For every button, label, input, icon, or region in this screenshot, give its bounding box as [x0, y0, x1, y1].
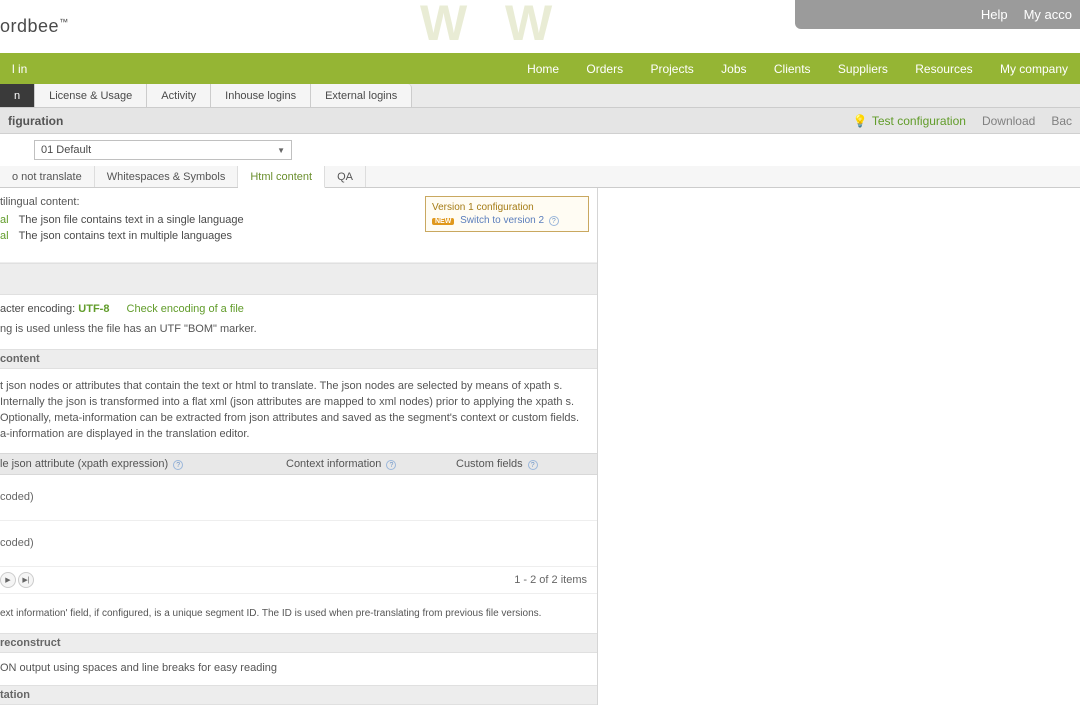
help-icon[interactable]: ?: [386, 460, 396, 470]
col-xpath: le json attribute (xpath expression) ?: [0, 458, 286, 470]
version-title: Version 1 configuration: [432, 202, 582, 213]
tab-inhouse[interactable]: Inhouse logins: [211, 84, 311, 107]
tation-header: tation: [0, 685, 597, 705]
radio-label: The json contains text in multiple langu…: [19, 230, 232, 242]
context-note: ext information' field, if configured, i…: [0, 593, 597, 633]
back-link[interactable]: Bac: [1051, 114, 1072, 128]
col-context: Context information ?: [286, 458, 456, 470]
new-badge: NEW: [432, 218, 454, 225]
tab-activity[interactable]: Activity: [147, 84, 211, 107]
nav-resources[interactable]: Resources: [915, 62, 972, 76]
header-area: W W ordbee™ Help My acco: [0, 0, 1080, 53]
help-link[interactable]: Help: [981, 7, 1008, 22]
title-bar: figuration 💡Test configuration Download …: [0, 108, 1080, 134]
logo: ordbee™: [0, 16, 69, 37]
subtab-row: o not translate Whitespaces & Symbols Ht…: [0, 166, 1080, 188]
radio-tag: al: [0, 230, 9, 242]
download-link[interactable]: Download: [982, 114, 1035, 128]
gray-band-1: [0, 263, 597, 295]
encoding-row: acter encoding: UTF-8 Check encoding of …: [0, 295, 597, 319]
config-dropdown[interactable]: 01 Default ▼: [34, 140, 292, 160]
pager-last-icon[interactable]: ▶|: [18, 572, 34, 588]
version-box: Version 1 configuration NEW Switch to ve…: [425, 196, 589, 232]
content-main: tilingual content: al The json file cont…: [0, 188, 598, 705]
content-section-header: content: [0, 349, 597, 369]
chevron-down-icon: ▼: [277, 146, 285, 155]
tab-external[interactable]: External logins: [311, 84, 412, 107]
pager-next-icon[interactable]: ▶: [0, 572, 16, 588]
radio-tag: al: [0, 214, 9, 226]
check-encoding-link[interactable]: Check encoding of a file: [127, 303, 244, 315]
encoding-desc: ng is used unless the file has an UTF "B…: [0, 323, 597, 335]
bulb-icon: 💡: [853, 114, 868, 128]
nav-my-company[interactable]: My company: [1000, 62, 1068, 76]
test-configuration-link[interactable]: 💡Test configuration: [853, 114, 966, 128]
main-nav: l in Home Orders Projects Jobs Clients S…: [0, 53, 1080, 84]
bg-decoration: W: [505, 0, 552, 52]
subtab-donottranslate[interactable]: o not translate: [0, 166, 95, 187]
tab-active[interactable]: n: [0, 84, 35, 107]
top-bar: Help My acco: [795, 0, 1080, 29]
my-account-link[interactable]: My acco: [1024, 7, 1072, 22]
radio-label: The json file contains text in a single …: [19, 214, 244, 226]
table-row[interactable]: coded): [0, 521, 597, 567]
encoding-label: acter encoding:: [0, 303, 75, 315]
nav-home[interactable]: Home: [527, 62, 559, 76]
cell-xpath: coded): [0, 537, 34, 549]
pager-text: 1 - 2 of 2 items: [514, 574, 587, 586]
content-section-body: t json nodes or attributes that contain …: [0, 369, 597, 453]
nav-clients[interactable]: Clients: [774, 62, 811, 76]
encoding-value: UTF-8: [78, 303, 109, 315]
switch-version-row[interactable]: NEW Switch to version 2 ?: [432, 215, 582, 226]
tab-row: n License & Usage Activity Inhouse login…: [0, 84, 1080, 108]
nav-left-partial: l in: [12, 62, 27, 76]
page-title: figuration: [8, 114, 63, 128]
table-header: le json attribute (xpath expression) ? C…: [0, 453, 597, 475]
subtab-whitespace[interactable]: Whitespaces & Symbols: [95, 166, 239, 187]
help-icon[interactable]: ?: [528, 460, 538, 470]
switch-version-link[interactable]: Switch to version 2: [460, 215, 544, 226]
nav-jobs[interactable]: Jobs: [721, 62, 746, 76]
pager-row: ▶ ▶| 1 - 2 of 2 items: [0, 567, 597, 593]
table-row[interactable]: coded): [0, 475, 597, 521]
tab-license[interactable]: License & Usage: [35, 84, 147, 107]
dropdown-value: 01 Default: [41, 144, 91, 156]
help-icon[interactable]: ?: [173, 460, 183, 470]
pager-buttons: ▶ ▶|: [0, 572, 34, 588]
nav-suppliers[interactable]: Suppliers: [838, 62, 888, 76]
nav-right: Home Orders Projects Jobs Clients Suppli…: [503, 62, 1068, 76]
multilingual-section: tilingual content: al The json file cont…: [0, 188, 597, 263]
subtab-html[interactable]: Html content: [238, 166, 325, 188]
reconstruct-body: ON output using spaces and line breaks f…: [0, 653, 597, 685]
col-custom: Custom fields ?: [456, 458, 597, 470]
subtab-qa[interactable]: QA: [325, 166, 366, 187]
reconstruct-header: reconstruct: [0, 633, 597, 653]
bg-decoration: W: [420, 0, 467, 52]
content-wrapper: tilingual content: al The json file cont…: [0, 188, 1080, 705]
dropdown-row: 01 Default ▼: [0, 134, 1080, 166]
help-icon[interactable]: ?: [549, 216, 559, 226]
nav-orders[interactable]: Orders: [586, 62, 623, 76]
cell-xpath: coded): [0, 491, 34, 503]
nav-projects[interactable]: Projects: [650, 62, 693, 76]
